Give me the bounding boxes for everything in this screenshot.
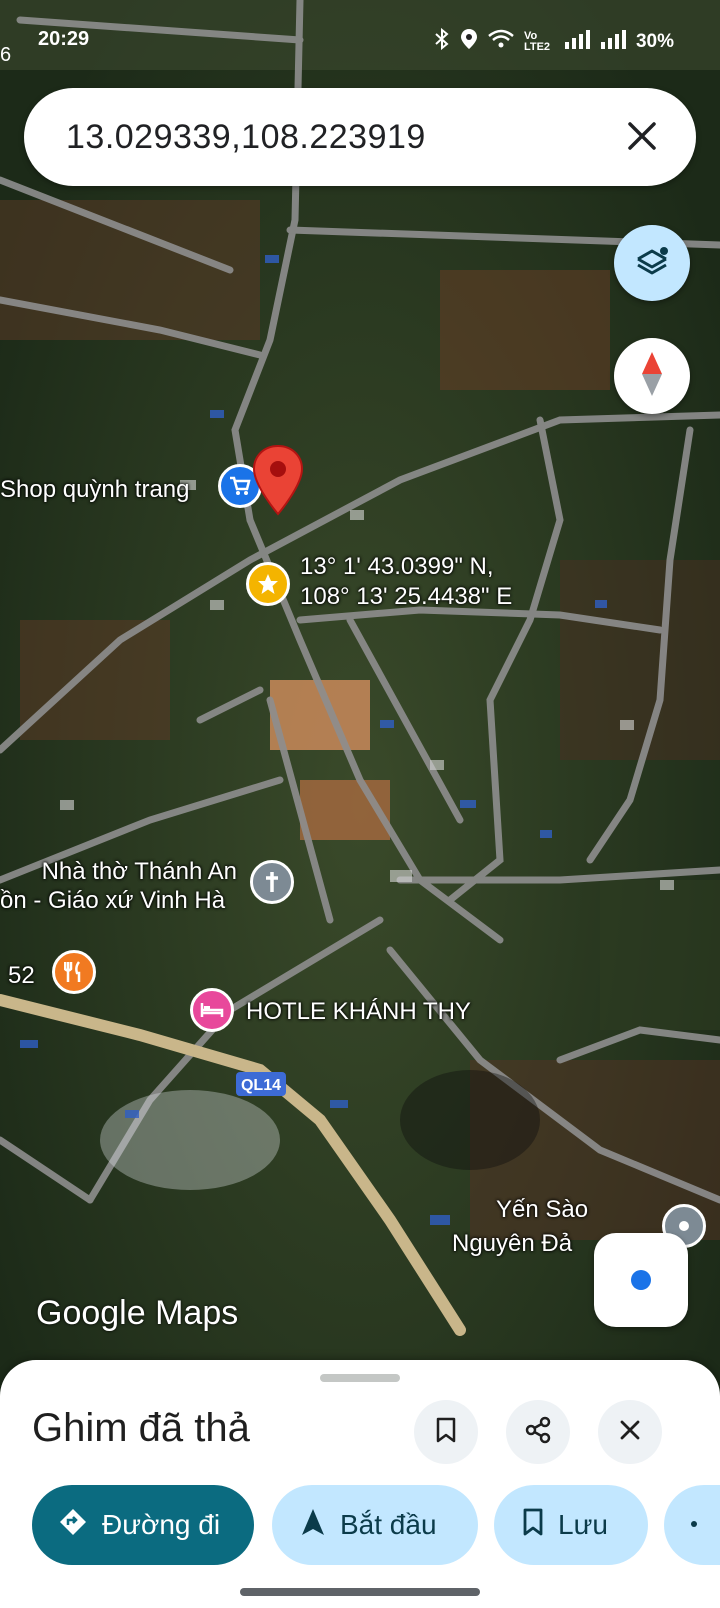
directions-label: Đường đi <box>102 1509 221 1540</box>
search-query[interactable]: 13.029339,108.223919 <box>66 118 426 157</box>
church-label[interactable]: Nhà thờ Thánh An <box>42 856 237 887</box>
fork-knife-icon[interactable] <box>52 950 96 994</box>
directions-icon <box>58 1507 88 1544</box>
navigation-arrow-icon <box>300 1507 326 1544</box>
bed-icon[interactable] <box>190 988 234 1032</box>
watermark-maps: Maps <box>155 1294 239 1332</box>
pin-coords-lng: 108° 13' 25.4438" E <box>300 583 513 610</box>
close-icon[interactable] <box>618 112 666 160</box>
sheet-title: Ghim đã thả <box>32 1406 250 1450</box>
restaurant-label[interactable]: 52 <box>8 962 35 990</box>
signal-icon-2 <box>600 29 626 55</box>
location-icon <box>460 28 478 56</box>
directions-button[interactable]: Đường đi <box>32 1485 254 1565</box>
save-label: Lưu <box>558 1509 608 1540</box>
watermark-google: Google <box>36 1294 146 1332</box>
pin-coords-lat: 13° 1' 43.0399" N, <box>300 553 494 580</box>
save-button[interactable]: Lưu <box>494 1485 648 1565</box>
dropped-pin[interactable] <box>252 444 304 521</box>
pin-coordinates: 13° 1' 43.0399" N, 108° 13' 25.4438" E <box>300 552 512 612</box>
share-button[interactable] <box>506 1400 570 1464</box>
bluetooth-icon <box>434 27 450 56</box>
share-icon <box>524 1416 552 1449</box>
bottom-sheet[interactable] <box>0 1360 720 1608</box>
compass-button[interactable] <box>614 338 690 414</box>
church-name-line2[interactable]: ồn - Giáo xứ Vinh Hà <box>0 887 225 915</box>
layers-button[interactable] <box>614 225 690 301</box>
compass-icon <box>640 350 664 403</box>
share-icon <box>690 1509 704 1541</box>
my-location-icon <box>631 1270 651 1290</box>
battery-level: 30% <box>635 31 674 52</box>
place-label-line1[interactable]: Yến Sào <box>496 1196 588 1224</box>
layers-icon <box>634 243 670 284</box>
place-label-line2[interactable]: Nguyên Đả <box>452 1230 572 1258</box>
status-time: 20:29 <box>38 28 90 50</box>
bookmark-icon <box>522 1508 544 1543</box>
hotel-label[interactable]: HOTLE KHÁNH THY <box>246 998 471 1026</box>
network-label: Vo LTE2 <box>523 30 551 53</box>
google-maps-watermark: Google Maps <box>36 1294 238 1333</box>
shop-label[interactable]: Shop quỳnh trang <box>0 476 189 504</box>
edge-text: 6 <box>0 44 12 66</box>
star-icon[interactable] <box>246 562 290 606</box>
close-sheet-button[interactable] <box>598 1400 662 1464</box>
bookmark-icon <box>436 1417 456 1448</box>
status-bar: 6 20:29 Vo LTE2 30% <box>0 22 720 66</box>
sheet-drag-handle[interactable] <box>320 1374 400 1382</box>
signal-icon <box>564 29 590 55</box>
cross-icon[interactable] <box>250 860 294 904</box>
gesture-nav-bar[interactable] <box>240 1588 480 1596</box>
start-button[interactable]: Bắt đầu <box>272 1485 478 1565</box>
my-location-button[interactable] <box>594 1233 688 1327</box>
start-label: Bắt đầu <box>340 1509 437 1540</box>
search-bar[interactable]: 13.029339,108.223919 <box>24 88 696 186</box>
wifi-icon <box>488 29 514 55</box>
church-name-line1: Nhà thờ Thánh An <box>41 858 237 885</box>
close-icon <box>618 1418 642 1447</box>
road-shield-label: QL14 <box>241 1077 281 1094</box>
save-icon-button[interactable] <box>414 1400 478 1464</box>
